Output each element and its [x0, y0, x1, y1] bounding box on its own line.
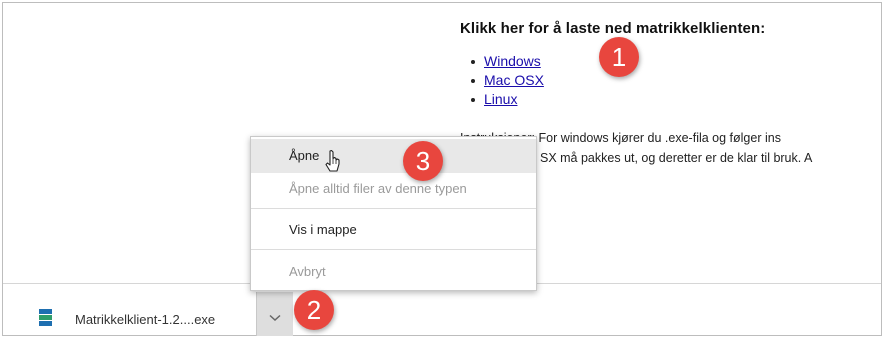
download-options-button[interactable]: [256, 292, 293, 336]
list-item: Windows: [462, 52, 544, 71]
linux-link[interactable]: Linux: [484, 91, 517, 107]
menu-item-always-open[interactable]: Åpne alltid filer av denne typen: [251, 172, 536, 206]
step-marker-2: 2: [294, 290, 334, 330]
mouse-pointer-icon: [325, 150, 340, 172]
download-file-name: Matrikkelklient-1.2....exe: [75, 312, 216, 327]
chevron-down-icon: [269, 314, 281, 322]
list-item: Mac OSX: [462, 71, 544, 90]
menu-divider: [251, 249, 536, 250]
download-links-list: Windows Mac OSX Linux: [462, 52, 544, 109]
menu-item-show-in-folder[interactable]: Vis i mappe: [251, 213, 536, 247]
mac-osx-link[interactable]: Mac OSX: [484, 72, 544, 88]
step-marker-3: 3: [403, 141, 443, 181]
download-heading: Klikk her for å laste ned matrikkelklien…: [460, 20, 766, 37]
installer-file-icon: [39, 309, 52, 326]
menu-item-cancel[interactable]: Avbryt: [251, 255, 536, 289]
download-item[interactable]: Matrikkelklient-1.2....exe: [3, 284, 293, 336]
download-context-menu: Åpne Åpne alltid filer av denne typen Vi…: [250, 136, 537, 291]
list-item: Linux: [462, 90, 544, 109]
menu-divider: [251, 208, 536, 209]
step-marker-1: 1: [599, 37, 639, 77]
menu-item-open[interactable]: Åpne: [251, 139, 536, 173]
windows-link[interactable]: Windows: [484, 53, 541, 69]
